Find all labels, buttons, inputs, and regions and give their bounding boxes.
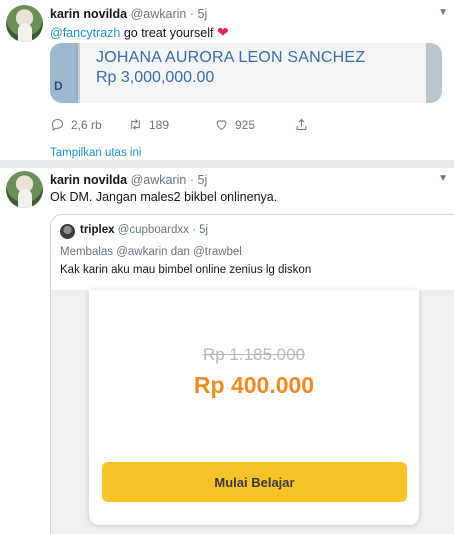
separator: · [189,173,195,187]
separator: · [192,224,196,236]
avatar[interactable] [6,5,43,42]
quoted-author-name: triplex [80,224,115,236]
start-learning-button: Mulai Belajar [102,462,407,502]
like-icon [216,120,227,131]
replying-to: Membalas @awkarin dan @trawbel [60,246,242,258]
media-background [50,43,78,103]
show-thread-link[interactable]: Tampilkan utas ini [50,147,141,159]
share-button[interactable] [294,117,374,132]
tweet-text: @fancytrazh go treat yourself ❤ [50,24,229,41]
avatar [60,224,75,239]
author-handle[interactable]: @awkarin [131,173,187,187]
avatar[interactable] [6,171,43,208]
reply-count: 2,6 rb [71,117,102,132]
media-name: JOHANA AURORA LEON SANCHEZ [96,49,366,66]
heart-emoji: ❤ [216,24,229,40]
retweet-button[interactable]: 189 [128,117,208,132]
promo-card: Rp 1.185.000 Rp 400.000 Mulai Belajar [89,290,419,525]
author-handle[interactable]: @awkarin [131,7,187,21]
author-name[interactable]: karin novilda [50,173,127,187]
reply-icon [51,118,64,132]
like-count: 925 [235,117,256,132]
old-price: Rp 1.185.000 [202,345,306,364]
retweet-icon [131,119,140,130]
tweet-header: karin novilda @awkarin · 5j [50,173,207,187]
retweet-count: 189 [149,117,170,132]
separator: · [189,7,195,21]
reply-button[interactable]: 2,6 rb [50,117,130,132]
tweet-text: Ok DM. Jangan males2 bikbel onlinenya. [50,190,278,204]
tweet-body: go treat yourself [120,26,217,40]
timestamp[interactable]: 5j [198,7,208,21]
tweet-actions: 2,6 rb 189 925 [50,117,374,132]
quoted-media: Rp 1.185.000 Rp 400.000 Mulai Belajar [51,290,454,534]
share-icon [296,118,307,130]
tweet-media[interactable]: D JOHANA AURORA LEON SANCHEZ Rp 3,000,00… [50,43,442,103]
timestamp[interactable]: 5j [198,173,208,187]
quoted-header: triplex @cupboardxx · 5j [80,224,208,236]
tweet[interactable]: karin novilda @awkarin · 5j ▼ @fancytraz… [0,0,454,160]
caret-down-icon[interactable]: ▼ [438,173,448,184]
caret-down-icon[interactable]: ▼ [438,7,448,18]
media-card: JOHANA AURORA LEON SANCHEZ Rp 3,000,000.… [80,43,430,103]
like-button[interactable]: 925 [214,117,294,132]
quoted-timestamp: 5j [199,224,209,236]
mention-link[interactable]: @fancytrazh [50,26,120,40]
media-amount: Rp 3,000,000.00 [96,69,215,86]
tweet-header: karin novilda @awkarin · 5j [50,7,207,21]
tweet-divider [0,160,454,168]
media-background [426,43,442,103]
quoted-text: Kak karin aku mau bimbel online zenius l… [60,264,312,276]
quoted-author-handle: @cupboardxx [117,224,189,236]
author-name[interactable]: karin novilda [50,7,127,21]
quoted-tweet[interactable]: triplex @cupboardxx · 5j Membalas @awkar… [50,214,454,534]
media-edge-letter: D [54,79,63,93]
new-price: Rp 400.000 [193,372,315,398]
